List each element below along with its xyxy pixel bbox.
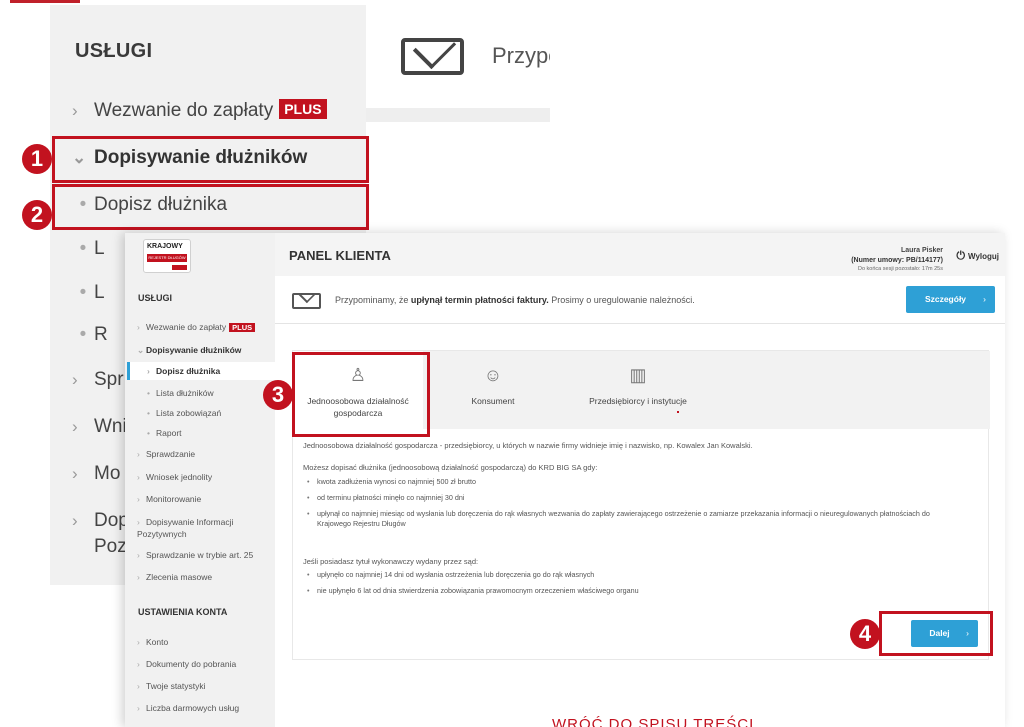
tab-konsument[interactable]: ☺ Konsument <box>433 351 553 429</box>
zoomed-item-cut-5: › Wni <box>72 416 127 437</box>
krd-logo: KRAJOWY REJESTR DŁUGÓW <box>143 239 191 273</box>
step-badge-4: 4 <box>850 619 880 649</box>
page-title: PANEL KLIENTA <box>289 248 391 263</box>
notice-text: Przypominamy, że upłynął termin płatnośc… <box>335 295 695 305</box>
sidebar-heading-account: USTAWIENIA KONTA <box>138 607 228 617</box>
zoomed-item-wezwanie[interactable]: › Wezwanie do zapłaty PLUS <box>72 99 327 122</box>
screenshot-root: USŁUGI › Wezwanie do zapłaty PLUS ⌄ Dopisyw… <box>0 0 1024 727</box>
details-button[interactable]: Szczegóły › <box>906 286 995 313</box>
buildings-icon: ▥ <box>629 365 647 385</box>
indicator-dot <box>677 411 679 413</box>
sidebar-item-art25[interactable]: › Sprawdzanie w trybie art. 25 <box>137 550 253 560</box>
zoomed-item-cut-4: › Spr <box>72 369 124 390</box>
zoomed-item-cut-7: › Dop <box>72 510 129 531</box>
sidebar-item-sprawdzanie[interactable]: › Sprawdzanie <box>137 449 195 459</box>
sidebar-item-konto[interactable]: › Konto <box>137 637 168 647</box>
zoomed-services-heading: USŁUGI <box>75 40 153 62</box>
highlight-box-1 <box>52 136 369 183</box>
intro-text: Jednoosobowa działalność gospodarcza - p… <box>303 441 753 450</box>
chevron-right-icon: › <box>983 294 986 304</box>
sidebar-item-dopisywanie-pozytywnych[interactable]: › Dopisywanie Informacji Pozytywnych <box>137 516 262 540</box>
user-name: Laura Pisker <box>900 247 943 254</box>
list-item: od terminu płatności minęło co najmniej … <box>303 493 963 503</box>
sidebar-item-zlecenia[interactable]: › Zlecenia masowe <box>137 572 212 582</box>
title-heading: Jeśli posiadasz tytuł wykonawczy wydany … <box>303 557 479 566</box>
highlight-box-2 <box>52 184 369 230</box>
sidebar-item-raport[interactable]: • Raport <box>147 428 182 438</box>
envelope-icon <box>292 293 321 309</box>
payment-notice: Przypominamy, że upłynął termin płatnośc… <box>275 276 1005 324</box>
session-timer: Do końca sesji pozostało: 17m 25s <box>858 266 943 272</box>
power-icon: ⏻ <box>956 250 966 262</box>
title-conditions-list: upłynęło co najmniej 14 dni od wysłania … <box>303 570 963 602</box>
contract-number: (Numer umowy: PB/114177) <box>851 257 943 264</box>
plus-badge: PLUS <box>279 99 327 119</box>
tab-przedsiebiorcy[interactable]: ▥ Przedsiębiorcy i instytucje <box>563 351 713 429</box>
zoomed-item-cut-8: Poz <box>94 536 127 557</box>
list-item: upłynął co najmniej miesiąc od wysłania … <box>303 509 963 529</box>
envelope-icon <box>401 38 464 75</box>
zoomed-item-cut-1: • L <box>79 238 105 259</box>
highlight-box-4 <box>879 611 993 656</box>
sidebar-item-lista-dluznikow[interactable]: • Lista dłużników <box>147 388 214 398</box>
sidebar-item-wniosek[interactable]: › Wniosek jednolity <box>137 472 212 482</box>
sidebar-item-monitorowanie[interactable]: › Monitorowanie <box>137 494 201 504</box>
sidebar-item-lista-zobowiazan[interactable]: • Lista zobowiązań <box>147 408 221 418</box>
list-item: upłynęło co najmniej 14 dni od wysłania … <box>303 570 963 580</box>
logout-button[interactable]: ⏻ Wyloguj <box>956 250 999 263</box>
step-badge-1: 1 <box>22 144 52 174</box>
sidebar-item-wezwanie[interactable]: › Wezwanie do zapłaty PLUS <box>137 322 256 332</box>
chevron-right-icon: › <box>72 101 78 120</box>
sidebar: KRAJOWY REJESTR DŁUGÓW USŁUGI › Wezwanie … <box>125 233 275 727</box>
sidebar-item-darmowe[interactable]: › Liczba darmowych usług <box>137 703 239 713</box>
sidebar-item-dopisz[interactable]: › Dopisz dłużnika <box>127 362 275 380</box>
conditions-heading: Możesz dopisać dłużnika (jednoosobową dz… <box>303 463 598 472</box>
sidebar-item-statystyki[interactable]: › Twoje statystyki <box>137 681 206 691</box>
list-item: kwota zadłużenia wynosi co najmniej 500 … <box>303 477 963 487</box>
zoomed-divider <box>366 108 550 122</box>
step-badge-2: 2 <box>22 200 52 230</box>
zoomed-item-cut-6: › Mo <box>72 463 121 484</box>
sidebar-item-dopisywanie[interactable]: ⌄ Dopisywanie dłużników <box>137 345 241 356</box>
step-badge-3: 3 <box>263 380 293 410</box>
highlight-box-3 <box>292 352 430 437</box>
zoomed-item-cut-2: • L <box>79 282 105 303</box>
list-item: nie upłynęło 6 lat od dnia stwierdzenia … <box>303 586 963 596</box>
person-icon: ☺ <box>483 365 503 385</box>
decor-mark <box>10 0 80 3</box>
back-to-toc-link[interactable]: WRÓĆ DO SPISU TREŚCI <box>552 716 754 727</box>
client-panel: KRAJOWY REJESTR DŁUGÓW USŁUGI › Wezwanie … <box>125 233 1005 727</box>
sidebar-heading-services: USŁUGI <box>138 293 173 303</box>
header: PANEL KLIENTA Laura Pisker (Numer umowy:… <box>275 233 1005 276</box>
plus-badge: PLUS <box>229 323 256 332</box>
sidebar-item-dokumenty[interactable]: › Dokumenty do pobrania <box>137 659 236 669</box>
zoomed-item-cut-3: • R <box>79 324 108 345</box>
conditions-list: kwota zadłużenia wynosi co najmniej 500 … <box>303 477 963 535</box>
zoomed-reminder-text: Przypo <box>492 43 550 68</box>
